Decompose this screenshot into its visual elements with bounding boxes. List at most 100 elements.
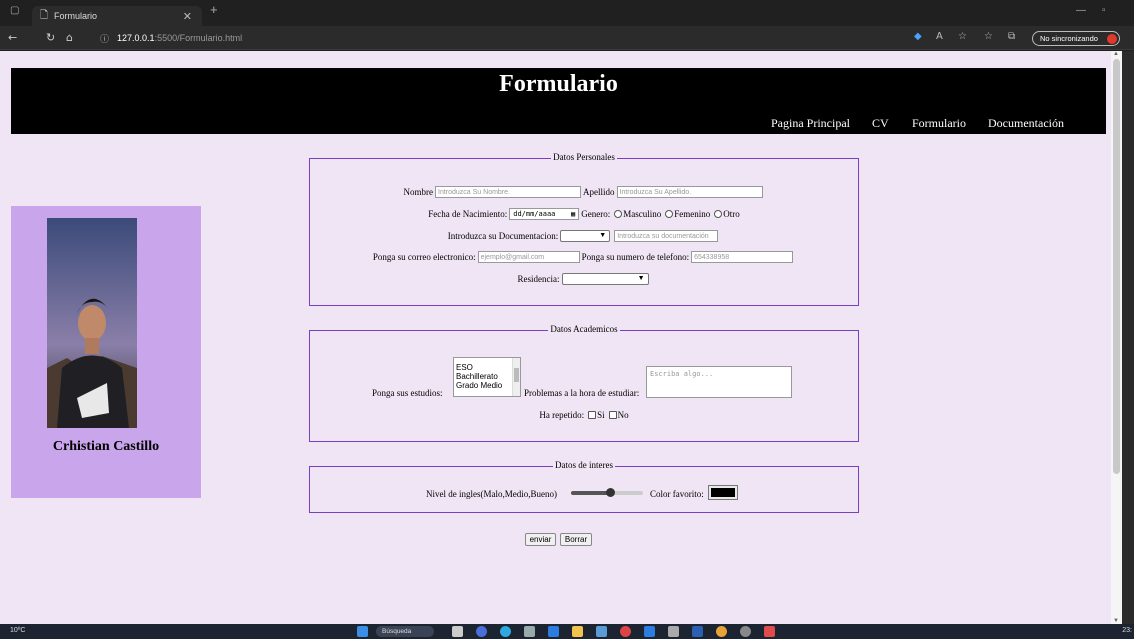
correo-input[interactable]: ejemplo@gmail.com: [477, 251, 580, 263]
radio-otro[interactable]: [714, 210, 723, 218]
legend-datos-academicos: Datos Academicos: [548, 324, 620, 334]
back-icon[interactable]: ←: [8, 31, 17, 44]
estudios-label: Ponga sus estudios:: [372, 388, 443, 398]
problemas-label: Problemas a la hora de estudiar:: [524, 388, 640, 398]
tab-actions-icon[interactable]: ▢: [10, 5, 19, 16]
legend-datos-interes: Datos de interes: [553, 460, 615, 470]
app-icon[interactable]: [524, 626, 535, 637]
scroll-up-icon[interactable]: ▲: [1113, 51, 1119, 57]
restore-icon[interactable]: ▫: [1102, 5, 1106, 16]
taskbar-search[interactable]: Búsqueda: [376, 626, 434, 637]
fieldset-datos-personales: Datos Personales Nombre Introduzca Su No…: [309, 152, 859, 306]
settings-icon[interactable]: [668, 626, 679, 637]
scrollbar-thumb[interactable]: [1113, 59, 1120, 474]
vscode-icon[interactable]: [548, 626, 559, 637]
nav-link-cv[interactable]: CV: [872, 116, 889, 131]
nav-link-pagina-principal[interactable]: Pagina Principal: [771, 116, 850, 131]
minimize-icon[interactable]: —: [1076, 5, 1086, 16]
weather-widget[interactable]: 10ºC: [10, 627, 25, 634]
new-tab-icon[interactable]: +: [210, 2, 218, 17]
address-bar: ← ↻ ⌂ ⓘ 127.0.0.1 :5500/Formulario.html …: [0, 26, 1134, 50]
option-grado-medio[interactable]: Grado Medio: [454, 381, 520, 390]
color-swatch: [711, 488, 735, 497]
calendar-icon[interactable]: ▦: [571, 210, 575, 218]
collections-icon[interactable]: ⧉: [1008, 31, 1015, 42]
app2-icon[interactable]: [764, 626, 775, 637]
option-bachillerato[interactable]: Bachillerato: [454, 372, 520, 381]
edge-icon[interactable]: [500, 626, 511, 637]
color-label: Color favorito:: [650, 489, 704, 499]
nombre-input[interactable]: Introduzca Su Nombre.: [435, 186, 581, 198]
url-field[interactable]: ⓘ 127.0.0.1 :5500/Formulario.html: [100, 30, 900, 46]
taskview-icon[interactable]: [452, 626, 463, 637]
row-nombre: Nombre Introduzca Su Nombre. Apellido In…: [310, 186, 858, 198]
page-title: Formulario: [499, 71, 618, 97]
color-picker[interactable]: [708, 485, 738, 500]
correo-label: Ponga su correo electronico:: [372, 252, 476, 262]
url-path: :5500/Formulario.html: [154, 33, 243, 43]
repetido-label: Ha repetido:: [539, 410, 585, 420]
fecha-label: Fecha de Nacimiento:: [428, 209, 508, 219]
residencia-label: Residencia:: [517, 274, 560, 284]
start-icon[interactable]: [357, 626, 368, 637]
read-aloud-icon[interactable]: A: [936, 31, 943, 42]
otro-label: Otro: [723, 209, 740, 219]
slider-handle[interactable]: [605, 488, 615, 497]
no-label: No: [617, 410, 629, 420]
browser-side-panel: [1122, 51, 1134, 624]
word-icon[interactable]: [692, 626, 703, 637]
nav-link-documentacion[interactable]: Documentación: [988, 116, 1064, 131]
favorites-list-icon[interactable]: ☆: [984, 31, 993, 42]
profile-card: Crhistian Castillo: [11, 206, 201, 498]
checkbox-no[interactable]: [608, 411, 617, 419]
radio-masculino[interactable]: [614, 210, 623, 218]
listbox-scrollbar[interactable]: [512, 358, 520, 396]
sync-button[interactable]: No sincronizando: [1032, 31, 1120, 46]
telefono-input[interactable]: 654338958: [691, 251, 794, 263]
checkbox-si[interactable]: [588, 411, 597, 419]
profile-name: Crhistian Castillo: [52, 439, 160, 454]
chrome-icon[interactable]: [716, 626, 727, 637]
vs-icon[interactable]: [644, 626, 655, 637]
problemas-textarea[interactable]: Escriba algo...: [646, 366, 792, 398]
refresh-icon[interactable]: ↻: [46, 31, 55, 44]
nombre-label: Nombre: [403, 187, 434, 197]
chat-icon[interactable]: [476, 626, 487, 637]
apellido-label: Apellido: [583, 187, 615, 197]
genero-label: Genero:: [581, 209, 611, 219]
fecha-input[interactable]: dd/mm/aaaa ▦: [509, 208, 580, 220]
profile-photo: [47, 218, 137, 428]
row-contacto: Ponga su correo electronico: ejemplo@gma…: [310, 251, 858, 263]
extension-icon[interactable]: ◆: [914, 31, 922, 42]
close-tab-icon[interactable]: ✕: [183, 10, 192, 23]
page-icon: 🗋: [40, 9, 49, 21]
favorite-icon[interactable]: ☆: [958, 31, 967, 42]
nav-link-formulario[interactable]: Formulario: [912, 116, 966, 131]
opera-icon[interactable]: [620, 626, 631, 637]
row-residencia: Residencia: ▼: [310, 273, 858, 285]
page-viewport: Formulario Pagina Principal CV Formulari…: [0, 51, 1111, 624]
row-repetido: Ha repetido: Si No: [309, 410, 859, 420]
page-scrollbar[interactable]: ▲ ▼: [1111, 51, 1122, 624]
github-icon[interactable]: [740, 626, 751, 637]
estudios-listbox[interactable]: ESO Bachillerato Grado Medio: [453, 357, 521, 397]
mail-icon[interactable]: [596, 626, 607, 637]
home-icon[interactable]: ⌂: [66, 31, 73, 44]
file-explorer-icon[interactable]: [572, 626, 583, 637]
option-eso[interactable]: ESO: [454, 363, 520, 372]
borrar-button[interactable]: Borrar: [560, 533, 592, 546]
documentacion-label: Introduzca su Documentacion:: [447, 231, 559, 241]
row-documentacion: Introduzca su Documentacion: ▼ Introduzc…: [310, 230, 858, 242]
residencia-select[interactable]: ▼: [561, 273, 649, 285]
slider-fill: [571, 491, 611, 495]
site-header: Formulario Pagina Principal CV Formulari…: [11, 68, 1106, 134]
apellido-input[interactable]: Introduzca Su Apellido.: [616, 186, 763, 198]
documentacion-select[interactable]: ▼: [560, 230, 611, 242]
enviar-button[interactable]: enviar: [525, 533, 556, 546]
documentacion-input[interactable]: Introduzca su documentación: [614, 230, 719, 242]
os-taskbar: 10ºC Búsqueda 23:: [0, 624, 1134, 639]
browser-tab[interactable]: 🗋 Formulario ✕: [32, 6, 202, 26]
ingles-slider[interactable]: [571, 488, 643, 498]
masculino-label: Masculino: [623, 209, 662, 219]
radio-femenino[interactable]: [665, 210, 674, 218]
